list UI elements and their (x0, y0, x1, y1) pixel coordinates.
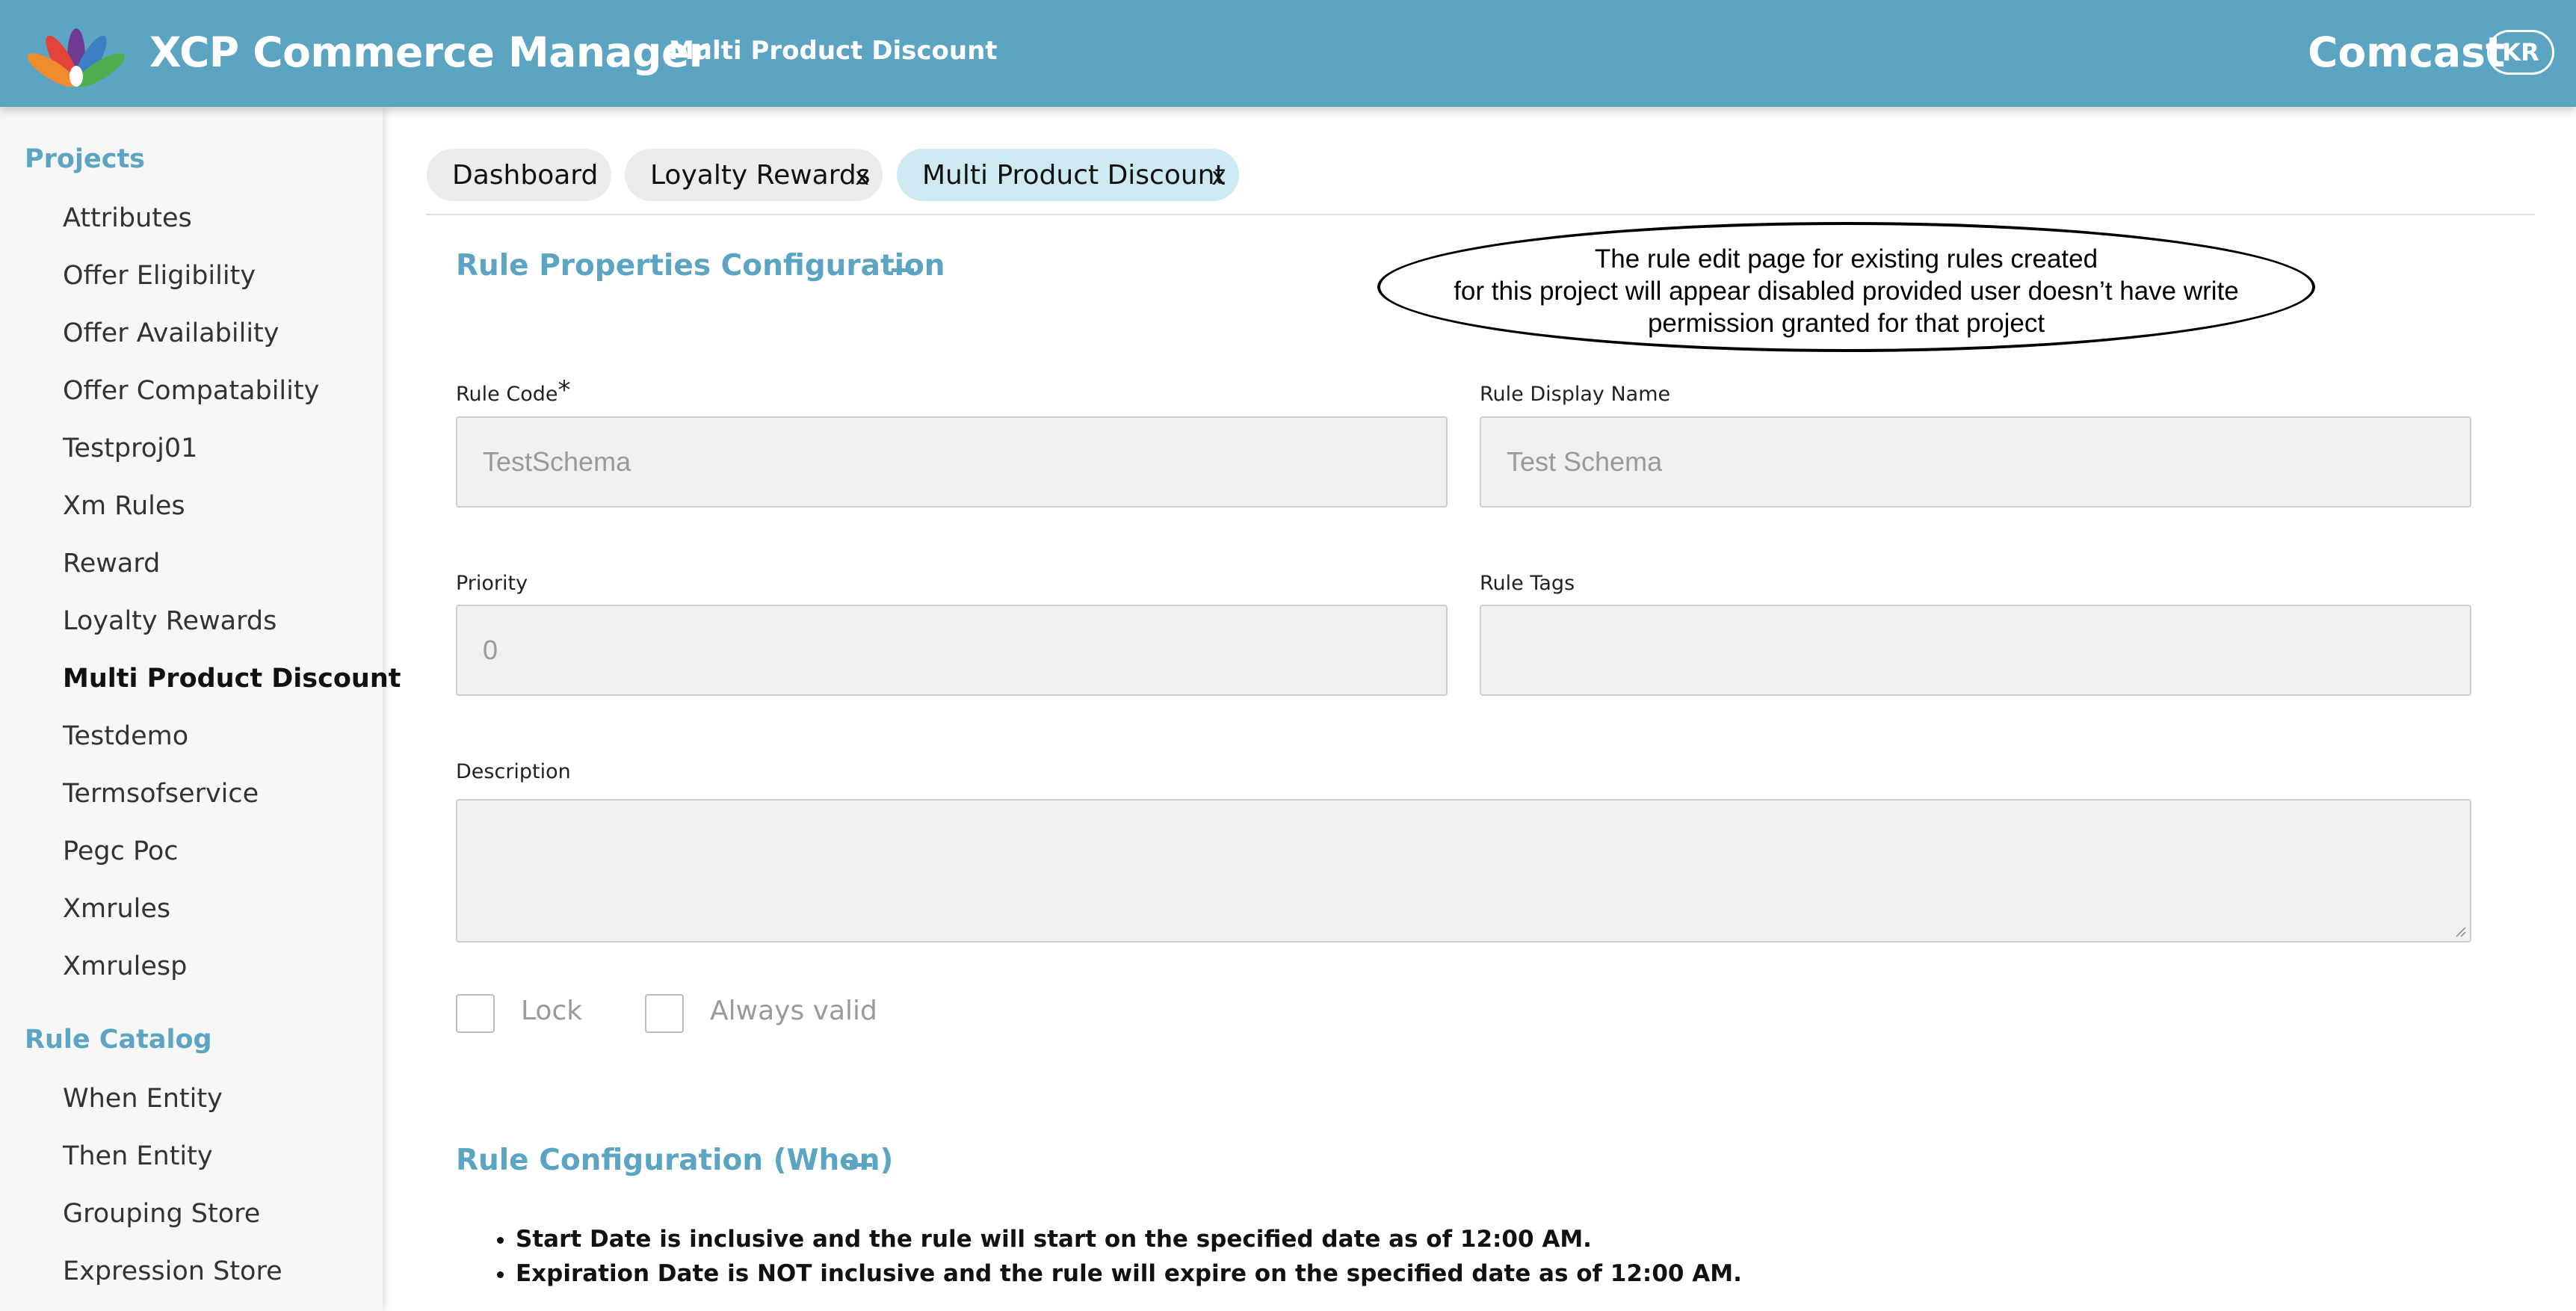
close-icon[interactable]: x (1211, 162, 1226, 191)
tab-loyalty-rewards[interactable]: Loyalty Rewards x (625, 149, 883, 201)
sidebar-item-xmrules[interactable]: Xmrules (63, 894, 170, 924)
priority-label: Priority (456, 572, 528, 595)
sidebar-heading-rule-catalog[interactable]: Rule Catalog (25, 1025, 212, 1055)
tab-label: Dashboard (452, 159, 599, 191)
rule-code-label: Rule Code* (456, 375, 571, 406)
app-title: XCP Commerce Manager (149, 28, 709, 76)
collapse-minus-icon[interactable] (850, 1163, 872, 1167)
sidebar-item-pegc-poc[interactable]: Pegc Poc (63, 836, 179, 866)
tab-dashboard[interactable]: Dashboard (427, 149, 611, 201)
rule-display-name-label: Rule Display Name (1480, 383, 1671, 406)
rule-tags-input[interactable] (1480, 605, 2471, 696)
user-avatar[interactable]: KR (2487, 30, 2554, 75)
sidebar-item-reward[interactable]: Reward (63, 549, 160, 579)
description-label: Description (456, 760, 571, 783)
page-title: Multi Product Discount (669, 36, 998, 66)
annotation-line: The rule edit page for existing rules cr… (1594, 244, 2098, 274)
priority-input[interactable]: 0 (456, 605, 1448, 696)
sidebar-item-grouping-store[interactable]: Grouping Store (63, 1199, 260, 1229)
sidebar-item-offer-availability[interactable]: Offer Availability (63, 318, 279, 348)
brand-name: Comcast (2308, 28, 2506, 76)
sidebar-item-then-entity[interactable]: Then Entity (63, 1141, 213, 1171)
top-header: XCP Commerce Manager Multi Product Disco… (0, 0, 2576, 107)
sidebar: Projects Attributes Offer Eligibility Of… (0, 107, 401, 1311)
tab-label: Multi Product Discount (922, 159, 1226, 191)
tabs-divider (426, 214, 2535, 215)
sidebar-item-expression-store[interactable]: Expression Store (63, 1256, 282, 1286)
always-valid-checkbox[interactable] (645, 994, 684, 1033)
lock-checkbox[interactable] (456, 994, 495, 1033)
annotation-line: permission granted for that project (1647, 309, 2045, 338)
list-item: Expiration Date is NOT inclusive and the… (516, 1260, 1742, 1287)
sidebar-item-attributes[interactable]: Attributes (63, 203, 192, 233)
sidebar-item-loyalty-rewards[interactable]: Loyalty Rewards (63, 606, 277, 636)
sidebar-item-when-entity[interactable]: When Entity (63, 1084, 223, 1114)
list-item: Start Date is inclusive and the rule wil… (516, 1226, 1742, 1253)
tab-label: Loyalty Rewards (650, 159, 871, 191)
annotation-callout: The rule edit page for existing rules cr… (1377, 222, 2315, 352)
rule-tags-label: Rule Tags (1480, 572, 1575, 595)
always-valid-label: Always valid (710, 996, 877, 1026)
sidebar-item-offer-compatability[interactable]: Offer Compatability (63, 376, 319, 406)
sidebar-item-termsofservice[interactable]: Termsofservice (63, 779, 259, 809)
sidebar-item-testproj01[interactable]: Testproj01 (63, 434, 197, 463)
peacock-logo-icon[interactable] (19, 18, 133, 90)
section-title-rule-config-when: Rule Configuration (When) (456, 1144, 894, 1177)
rule-display-name-input[interactable]: Test Schema (1480, 416, 2471, 508)
section-title-rule-properties: Rule Properties Configuration (456, 249, 945, 283)
description-textarea[interactable] (456, 799, 2471, 943)
sidebar-item-testdemo[interactable]: Testdemo (63, 721, 188, 751)
annotation-line: for this project will appear disabled pr… (1454, 277, 2239, 306)
sidebar-item-offer-eligibility[interactable]: Offer Eligibility (63, 261, 256, 291)
collapse-minus-icon[interactable] (892, 268, 914, 272)
required-asterisk: * (557, 375, 571, 405)
resize-grip-icon[interactable] (2455, 926, 2467, 938)
sidebar-item-xmrulesp[interactable]: Xmrulesp (63, 951, 187, 981)
lock-label: Lock (521, 996, 583, 1026)
close-icon[interactable]: x (855, 162, 869, 191)
tab-multi-product-discount[interactable]: Multi Product Discount x (897, 149, 1239, 201)
rule-code-input[interactable]: TestSchema (456, 416, 1448, 508)
sidebar-item-multi-product-discount[interactable]: Multi Product Discount (63, 664, 401, 694)
date-notes-list: Start Date is inclusive and the rule wil… (516, 1226, 1742, 1295)
sidebar-item-xm-rules[interactable]: Xm Rules (63, 491, 185, 521)
sidebar-heading-projects[interactable]: Projects (25, 144, 145, 174)
